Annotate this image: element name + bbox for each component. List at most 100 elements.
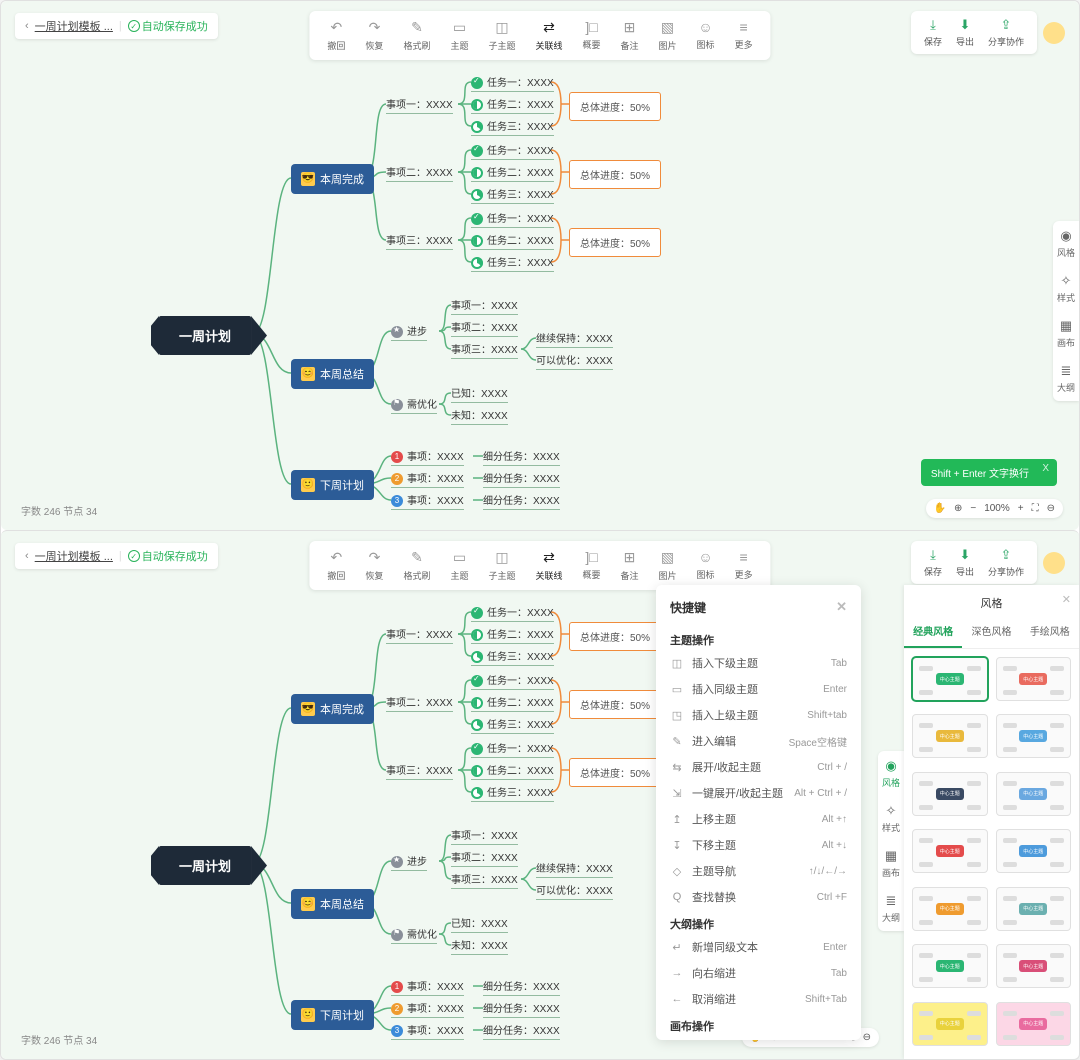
task-item[interactable]: 任务三：XXXX [471,254,554,272]
branch-本周总结[interactable]: 😊本周总结 [291,359,374,389]
plan-sub[interactable]: 细分任务：XXXX [483,492,560,510]
topic-item[interactable]: 需优化 [391,926,437,944]
branch-本周完成[interactable]: 😎本周完成 [291,694,374,724]
branch-下周计划[interactable]: 🙂下周计划 [291,470,374,500]
subsub-item[interactable]: 继续保持：XXXX [536,860,613,878]
task-item[interactable]: 任务一：XXXX [471,740,554,758]
sub-item[interactable]: 事项一：XXXX [451,297,518,315]
style-thumb[interactable]: 中心主题 [912,714,988,758]
panel-title: 快捷键 [670,599,706,616]
plan-item[interactable]: 3事项：XXXX [391,492,464,510]
sub-item[interactable]: 事项三：XXXX [451,341,518,359]
close-icon[interactable]: ✕ [1062,593,1071,606]
task-item[interactable]: 任务三：XXXX [471,186,554,204]
plan-sub[interactable]: 细分任务：XXXX [483,470,560,488]
style-thumb[interactable]: 中心主题 [996,829,1072,873]
priority-icon: 3 [391,495,403,507]
topic-item[interactable]: 事项三：XXXX [386,762,453,780]
style-thumb[interactable]: 中心主题 [912,1002,988,1046]
style-thumb[interactable]: 中心主题 [996,657,1072,701]
task-item[interactable]: 任务三：XXXX [471,784,554,802]
sub-item[interactable]: 事项三：XXXX [451,871,518,889]
style-thumb[interactable]: 中心主题 [996,1002,1072,1046]
topic-item[interactable]: 事项二：XXXX [386,694,453,712]
plan-item[interactable]: 3事项：XXXX [391,1022,464,1040]
topic-item[interactable]: 进步 [391,323,427,341]
emoji-icon: 😎 [301,172,315,186]
plan-sub[interactable]: 细分任务：XXXX [483,978,560,996]
branch-本周完成[interactable]: 😎本周完成 [291,164,374,194]
shortcut-row: →向右缩进Tab [656,960,861,986]
subsub-item[interactable]: 继续保持：XXXX [536,330,613,348]
summary-box[interactable]: 总体进度：50% [569,160,661,189]
subsub-item[interactable]: 可以优化：XXXX [536,352,613,370]
task-item[interactable]: 任务二：XXXX [471,96,554,114]
task-item[interactable]: 任务一：XXXX [471,210,554,228]
style-thumb[interactable]: 中心主题 [996,887,1072,931]
status-icon [471,235,483,247]
topic-item[interactable]: 事项二：XXXX [386,164,453,182]
style-thumb[interactable]: 中心主题 [912,887,988,931]
summary-box[interactable]: 总体进度：50% [569,622,661,651]
close-icon[interactable]: X [1042,463,1049,474]
task-item[interactable]: 任务二：XXXX [471,694,554,712]
style-thumb[interactable]: 中心主题 [912,829,988,873]
category-icon [391,856,403,868]
summary-box[interactable]: 总体进度：50% [569,758,661,787]
sub-item[interactable]: 未知：XXXX [451,407,508,425]
mindmap-root[interactable]: 一周计划 [159,316,251,355]
close-icon[interactable]: ✕ [836,599,847,616]
sub-item[interactable]: 事项二：XXXX [451,319,518,337]
plan-item[interactable]: 1事项：XXXX [391,448,464,466]
sub-item[interactable]: 已知：XXXX [451,385,508,403]
style-tab[interactable]: 手绘风格 [1021,615,1079,648]
shortcut-row: ←取消缩进Shift+Tab [656,986,861,1012]
sub-item[interactable]: 已知：XXXX [451,915,508,933]
topic-item[interactable]: 进步 [391,853,427,871]
plan-item[interactable]: 1事项：XXXX [391,978,464,996]
row-icon: ◳ [670,709,684,722]
task-item[interactable]: 任务一：XXXX [471,604,554,622]
sub-item[interactable]: 事项二：XXXX [451,849,518,867]
plan-item[interactable]: 2事项：XXXX [391,470,464,488]
task-item[interactable]: 任务三：XXXX [471,716,554,734]
style-thumb[interactable]: 中心主题 [996,944,1072,988]
plan-sub[interactable]: 细分任务：XXXX [483,1022,560,1040]
task-item[interactable]: 任务一：XXXX [471,74,554,92]
task-item[interactable]: 任务三：XXXX [471,648,554,666]
plan-item[interactable]: 2事项：XXXX [391,1000,464,1018]
plan-sub[interactable]: 细分任务：XXXX [483,1000,560,1018]
subsub-item[interactable]: 可以优化：XXXX [536,882,613,900]
summary-box[interactable]: 总体进度：50% [569,228,661,257]
style-thumb[interactable]: 中心主题 [912,944,988,988]
topic-item[interactable]: 需优化 [391,396,437,414]
plan-sub[interactable]: 细分任务：XXXX [483,448,560,466]
style-thumb[interactable]: 中心主题 [912,657,988,701]
style-thumb[interactable]: 中心主题 [912,772,988,816]
status-icon [471,167,483,179]
task-item[interactable]: 任务一：XXXX [471,142,554,160]
branch-本周总结[interactable]: 😊本周总结 [291,889,374,919]
style-tab[interactable]: 深色风格 [962,615,1020,648]
task-item[interactable]: 任务二：XXXX [471,232,554,250]
status-icon [471,651,483,663]
style-tab[interactable]: 经典风格 [904,615,962,648]
task-item[interactable]: 任务一：XXXX [471,672,554,690]
topic-item[interactable]: 事项一：XXXX [386,626,453,644]
style-thumb[interactable]: 中心主题 [996,714,1072,758]
sub-item[interactable]: 未知：XXXX [451,937,508,955]
task-item[interactable]: 任务三：XXXX [471,118,554,136]
task-item[interactable]: 任务二：XXXX [471,762,554,780]
style-thumb[interactable]: 中心主题 [996,772,1072,816]
task-item[interactable]: 任务二：XXXX [471,164,554,182]
sub-item[interactable]: 事项一：XXXX [451,827,518,845]
branch-下周计划[interactable]: 🙂下周计划 [291,1000,374,1030]
summary-box[interactable]: 总体进度：50% [569,690,661,719]
summary-box[interactable]: 总体进度：50% [569,92,661,121]
task-item[interactable]: 任务二：XXXX [471,626,554,644]
topic-item[interactable]: 事项三：XXXX [386,232,453,250]
mindmap-root[interactable]: 一周计划 [159,846,251,885]
mindmap-canvas[interactable]: 一周计划😎本周完成事项一：XXXX任务一：XXXX任务二：XXXX任务三：XXX… [1,1,1079,530]
topic-item[interactable]: 事项一：XXXX [386,96,453,114]
status-icon [471,99,483,111]
